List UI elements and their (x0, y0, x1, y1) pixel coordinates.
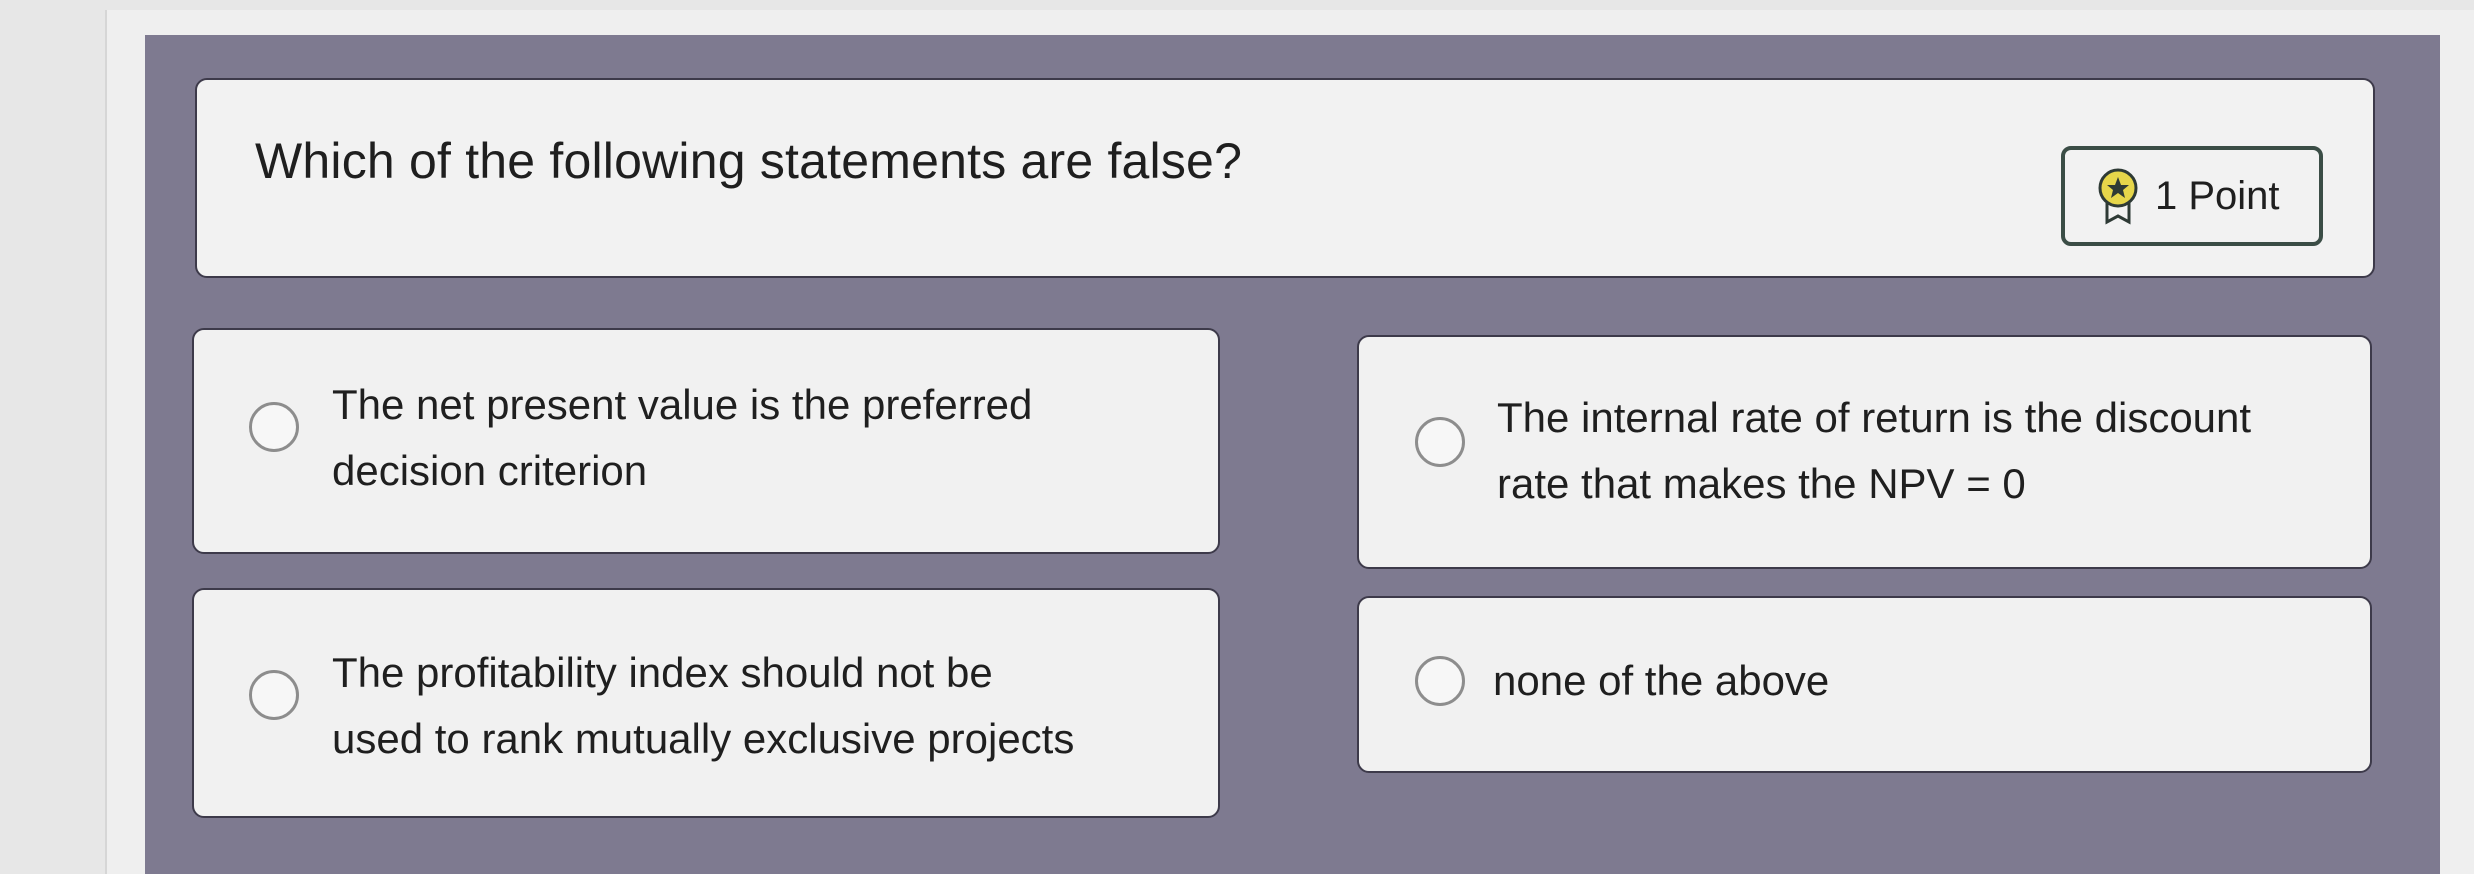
answer-option-label: none of the above (1493, 657, 1830, 704)
answer-option-label: The internal rate of return is the disco… (1497, 394, 2252, 507)
radio-button[interactable] (249, 402, 299, 452)
answer-option-c[interactable]: The profitability index should not be us… (192, 588, 1220, 818)
question-text: Which of the following statements are fa… (255, 133, 1243, 189)
award-ribbon-icon (2095, 166, 2141, 226)
answer-option-a[interactable]: The net present value is the preferred d… (192, 328, 1220, 554)
answer-option-label: The net present value is the preferred d… (332, 381, 1033, 494)
points-label: 1 Point (2155, 173, 2280, 218)
answer-option-b[interactable]: The internal rate of return is the disco… (1357, 335, 2372, 569)
question-card: Which of the following statements are fa… (195, 78, 2375, 278)
radio-button[interactable] (1415, 417, 1465, 467)
points-badge: 1 Point (2061, 146, 2323, 246)
answer-option-d[interactable]: none of the above (1357, 596, 2372, 773)
answer-option-label: The profitability index should not be us… (332, 649, 1075, 762)
radio-button[interactable] (249, 670, 299, 720)
radio-button[interactable] (1415, 656, 1465, 706)
